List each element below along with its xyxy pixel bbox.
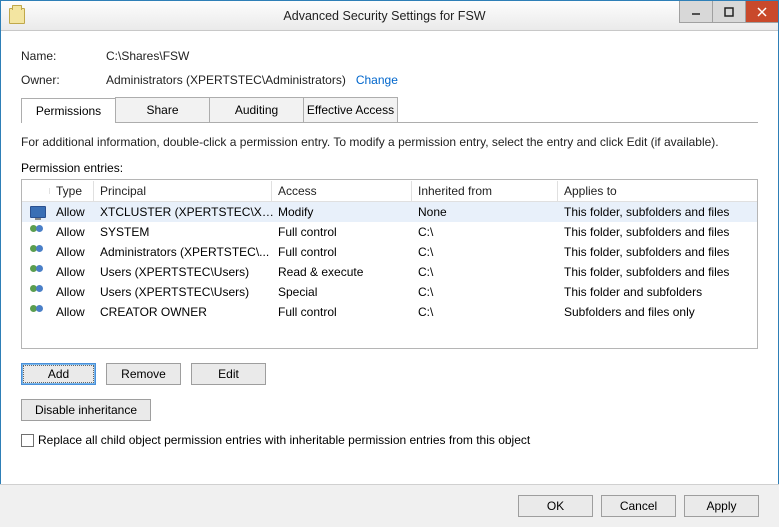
table-row[interactable]: AllowSYSTEMFull controlC:\This folder, s… xyxy=(22,222,757,242)
titlebar: Advanced Security Settings for FSW xyxy=(1,1,778,31)
col-access-header[interactable]: Access xyxy=(272,181,412,201)
cell-principal: CREATOR OWNER xyxy=(96,305,274,319)
window-controls xyxy=(679,1,778,23)
name-value: C:\Shares\FSW xyxy=(106,49,189,63)
edit-button[interactable]: Edit xyxy=(191,363,266,385)
name-label: Name: xyxy=(21,49,106,63)
tab-strip: Permissions Share Auditing Effective Acc… xyxy=(21,97,758,123)
cell-principal: Users (XPERTSTEC\Users) xyxy=(96,265,274,279)
table-row[interactable]: AllowUsers (XPERTSTEC\Users)SpecialC:\Th… xyxy=(22,282,757,302)
computer-icon xyxy=(24,206,52,218)
ok-button[interactable]: OK xyxy=(518,495,593,517)
cell-principal: Users (XPERTSTEC\Users) xyxy=(96,285,274,299)
table-row[interactable]: AllowCREATOR OWNERFull controlC:\Subfold… xyxy=(22,302,757,322)
cell-principal: XTCLUSTER (XPERTSTEC\XTC... xyxy=(96,205,274,219)
col-icon-header[interactable] xyxy=(22,188,50,194)
table-row[interactable]: AllowAdministrators (XPERTSTEC\...Full c… xyxy=(22,242,757,262)
cell-inherited: C:\ xyxy=(414,245,560,259)
dialog-footer: OK Cancel Apply xyxy=(0,484,779,527)
cell-type: Allow xyxy=(52,205,96,219)
owner-row: Owner: Administrators (XPERTSTEC\Adminis… xyxy=(21,73,758,87)
tab-permissions[interactable]: Permissions xyxy=(21,98,116,123)
folder-icon xyxy=(9,8,25,24)
cell-access: Read & execute xyxy=(274,265,414,279)
col-applies-header[interactable]: Applies to xyxy=(558,181,757,201)
users-icon xyxy=(24,245,52,259)
cancel-button[interactable]: Cancel xyxy=(601,495,676,517)
col-inherited-header[interactable]: Inherited from xyxy=(412,181,558,201)
cell-inherited: C:\ xyxy=(414,225,560,239)
cell-applies: This folder, subfolders and files xyxy=(560,245,757,259)
apply-button[interactable]: Apply xyxy=(684,495,759,517)
cell-applies: This folder, subfolders and files xyxy=(560,205,757,219)
table-row[interactable]: AllowXTCLUSTER (XPERTSTEC\XTC...ModifyNo… xyxy=(22,202,757,222)
cell-principal: SYSTEM xyxy=(96,225,274,239)
close-button[interactable] xyxy=(745,1,778,23)
cell-inherited: C:\ xyxy=(414,265,560,279)
cell-applies: This folder, subfolders and files xyxy=(560,225,757,239)
remove-button[interactable]: Remove xyxy=(106,363,181,385)
name-row: Name: C:\Shares\FSW xyxy=(21,49,758,63)
table-row[interactable]: AllowUsers (XPERTSTEC\Users)Read & execu… xyxy=(22,262,757,282)
col-principal-header[interactable]: Principal xyxy=(94,181,272,201)
cell-access: Full control xyxy=(274,245,414,259)
users-icon xyxy=(24,265,52,279)
disable-inheritance-button[interactable]: Disable inheritance xyxy=(21,399,151,421)
cell-type: Allow xyxy=(52,225,96,239)
cell-applies: This folder, subfolders and files xyxy=(560,265,757,279)
replace-checkbox-row: Replace all child object permission entr… xyxy=(21,433,758,447)
window-title: Advanced Security Settings for FSW xyxy=(31,9,778,23)
cell-type: Allow xyxy=(52,265,96,279)
cell-access: Modify xyxy=(274,205,414,219)
replace-checkbox-label[interactable]: Replace all child object permission entr… xyxy=(38,433,530,447)
cell-inherited: C:\ xyxy=(414,305,560,319)
cell-type: Allow xyxy=(52,245,96,259)
cell-access: Full control xyxy=(274,225,414,239)
users-icon xyxy=(24,285,52,299)
tab-auditing[interactable]: Auditing xyxy=(209,97,304,122)
permission-list[interactable]: Type Principal Access Inherited from App… xyxy=(21,179,758,349)
change-owner-link[interactable]: Change xyxy=(356,73,398,87)
add-button[interactable]: Add xyxy=(21,363,96,385)
list-header: Type Principal Access Inherited from App… xyxy=(22,180,757,202)
col-type-header[interactable]: Type xyxy=(50,181,94,201)
tab-effective-access[interactable]: Effective Access xyxy=(303,97,398,122)
cell-inherited: C:\ xyxy=(414,285,560,299)
cell-applies: This folder and subfolders xyxy=(560,285,757,299)
maximize-button[interactable] xyxy=(712,1,745,23)
info-text: For additional information, double-click… xyxy=(21,135,758,149)
inherit-buttons: Disable inheritance xyxy=(21,399,758,421)
users-icon xyxy=(24,225,52,239)
cell-principal: Administrators (XPERTSTEC\... xyxy=(96,245,274,259)
tab-share[interactable]: Share xyxy=(115,97,210,122)
tab-body: For additional information, double-click… xyxy=(21,123,758,447)
content-area: Name: C:\Shares\FSW Owner: Administrator… xyxy=(1,31,778,457)
cell-access: Full control xyxy=(274,305,414,319)
minimize-button[interactable] xyxy=(679,1,712,23)
users-icon xyxy=(24,305,52,319)
cell-type: Allow xyxy=(52,285,96,299)
entry-buttons: Add Remove Edit xyxy=(21,363,758,385)
cell-inherited: None xyxy=(414,205,560,219)
cell-access: Special xyxy=(274,285,414,299)
replace-checkbox[interactable] xyxy=(21,434,34,447)
cell-applies: Subfolders and files only xyxy=(560,305,757,319)
cell-type: Allow xyxy=(52,305,96,319)
entries-label: Permission entries: xyxy=(21,161,758,175)
owner-label: Owner: xyxy=(21,73,106,87)
owner-value: Administrators (XPERTSTEC\Administrators… xyxy=(106,73,346,87)
